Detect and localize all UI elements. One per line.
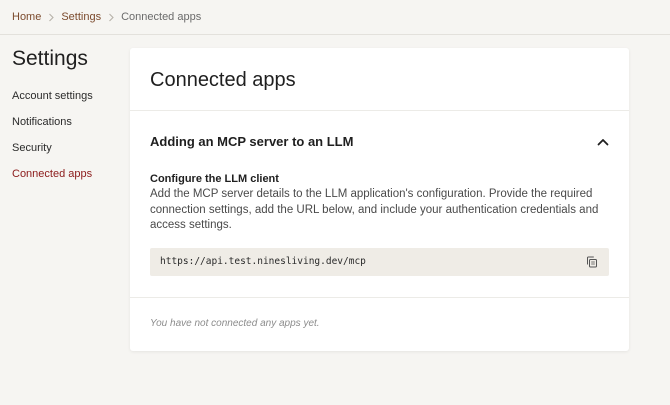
page-title: Connected apps [150,69,296,91]
sidebar-item-connected-apps[interactable]: Connected apps [12,161,122,187]
empty-state-text: You have not connected any apps yet. [150,317,320,329]
accordion-header[interactable]: Adding an MCP server to an LLM [130,111,629,172]
chevron-right-icon [41,13,61,22]
card-header: Connected apps [130,48,629,111]
mcp-url-box: https://api.test.ninesliving.dev/mcp [150,247,609,276]
sidebar-item-notifications[interactable]: Notifications [12,109,122,135]
mcp-url: https://api.test.ninesliving.dev/mcp [160,256,366,267]
breadcrumb: Home Settings Connected apps [12,11,201,23]
copy-icon[interactable] [585,255,599,269]
sidebar: Settings Account settings Notifications … [12,47,122,187]
sidebar-title: Settings [12,47,88,70]
breadcrumb-settings[interactable]: Settings [61,11,101,23]
connected-apps-card: Connected apps Adding an MCP server to a… [130,48,629,351]
section-description: Add the MCP server details to the LLM ap… [150,188,599,231]
section-title: Configure the LLM client [150,173,279,185]
breadcrumb-home[interactable]: Home [12,11,41,23]
sidebar-item-security[interactable]: Security [12,135,122,161]
sidebar-item-account-settings[interactable]: Account settings [12,83,122,109]
accordion-title: Adding an MCP server to an LLM [150,134,354,149]
chevron-right-icon [101,13,121,22]
breadcrumb-current: Connected apps [121,11,202,23]
accordion-body: Configure the LLM client Add the MCP ser… [130,172,629,276]
chevron-up-icon[interactable] [597,138,609,146]
top-bar: Home Settings Connected apps [0,0,670,35]
